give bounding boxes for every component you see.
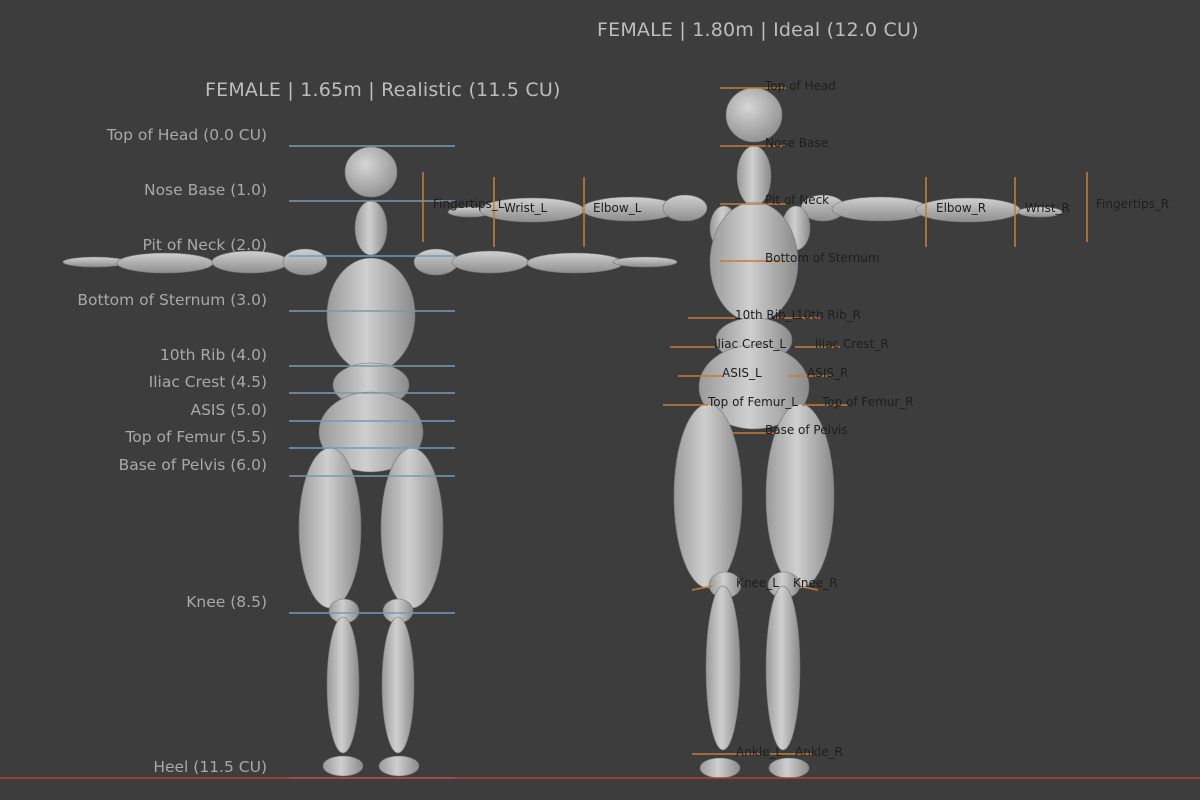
landmark-label-heel: Heel (11.5 CU) — [153, 758, 267, 776]
landmark-label-base-of-pelvis: Base of Pelvis (6.0) — [118, 456, 267, 474]
marker-label-asis-r: ASIS_R — [807, 366, 849, 380]
landmark-label-knee: Knee (8.5) — [186, 593, 267, 611]
marker-label-iliac-crest-r: Iliac Crest_R — [815, 337, 889, 351]
marker-label-bottom-of-sternum: Bottom of Sternum — [765, 251, 880, 265]
marker-label-10th-rib-r: 10th Rib_R — [796, 308, 862, 322]
marker-label-elbow-r: Elbow_R — [936, 201, 987, 215]
landmark-label-asis: ASIS (5.0) — [190, 401, 267, 419]
marker-label-fingertips-r: Fingertips_R — [1096, 197, 1170, 211]
marker-label-10th-rib-l: 10th Rib_L — [735, 308, 799, 322]
marker-label-wrist-l: Wrist_L — [504, 201, 548, 215]
marker-label-top-of-femur-l: Top of Femur_L — [708, 395, 798, 409]
marker-label-knee-l: Knee_L — [736, 576, 779, 590]
figures-canvas — [0, 87, 1200, 779]
marker-label-fingertips-l: Fingertips_L — [433, 197, 505, 211]
right-figure-title: FEMALE | 1.80m | Ideal (12.0 CU) — [597, 19, 919, 41]
marker-label-top-of-head: Top of Head — [765, 79, 836, 93]
landmark-label-top-of-head: Top of Head (0.0 CU) — [106, 126, 267, 144]
marker-label-top-of-femur-r: Top of Femur_R — [822, 395, 914, 409]
left-figure-title: FEMALE | 1.65m | Realistic (11.5 CU) — [205, 79, 561, 101]
landmark-label-10th-rib: 10th Rib (4.0) — [159, 346, 267, 364]
landmark-label-nose-base: Nose Base (1.0) — [143, 181, 267, 199]
marker-label-base-of-pelvis: Base of Pelvis — [765, 423, 848, 437]
marker-label-knee-r: Knee_R — [793, 576, 838, 590]
marker-label-ankle-l: Ankle_L — [736, 745, 783, 759]
marker-label-elbow-l: Elbow_L — [593, 201, 642, 215]
marker-label-nose-base: Nose Base — [765, 136, 828, 150]
landmark-label-top-of-femur: Top of Femur (5.5) — [125, 428, 267, 446]
marker-label-pit-of-neck: Pit of Neck — [765, 193, 830, 207]
landmark-label-bottom-of-sternum: Bottom of Sternum (3.0) — [77, 291, 267, 309]
landmark-label-pit-of-neck: Pit of Neck (2.0) — [142, 236, 267, 254]
landmark-label-iliac-crest: Iliac Crest (4.5) — [148, 373, 267, 391]
marker-label-asis-l: ASIS_L — [722, 366, 762, 380]
marker-label-wrist-r: Wrist_R — [1025, 201, 1070, 215]
right-figure — [422, 87, 1088, 779]
marker-label-ankle-r: Ankle_R — [795, 745, 843, 759]
marker-label-iliac-crest-l: Iliac Crest_L — [714, 337, 787, 351]
3d-viewport[interactable]: FEMALE | 1.65m | Realistic (11.5 CU) FEM… — [0, 0, 1200, 800]
